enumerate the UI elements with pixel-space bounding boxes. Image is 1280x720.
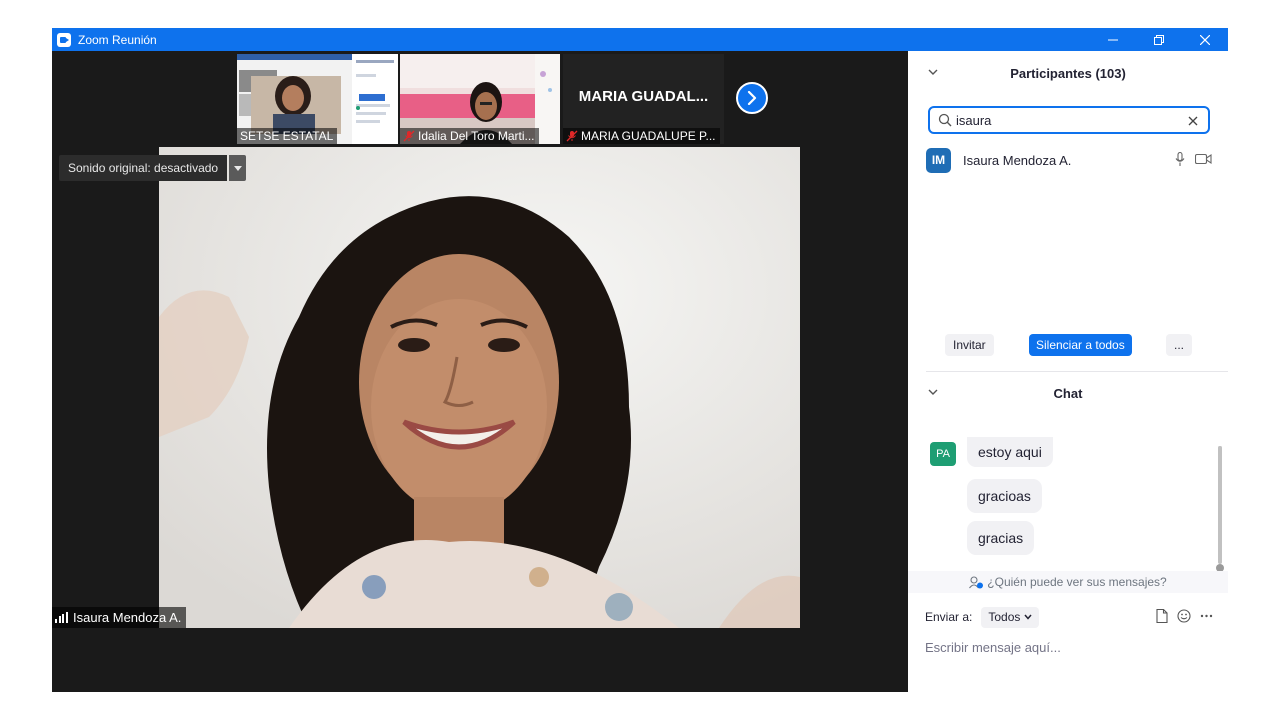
close-icon bbox=[1200, 34, 1210, 45]
chat-scrollbar-thumb[interactable] bbox=[1218, 446, 1222, 564]
zoom-logo-icon bbox=[57, 32, 71, 47]
speaker-name-label: Isaura Mendoza A. bbox=[52, 607, 187, 628]
microphone-icon[interactable] bbox=[1175, 152, 1185, 167]
window-title: Zoom Reunión bbox=[78, 32, 157, 47]
restore-icon bbox=[1154, 34, 1164, 45]
send-to-row: Enviar a: Todos bbox=[925, 606, 1215, 628]
more-options-button[interactable]: ... bbox=[1166, 334, 1193, 356]
caret-down-icon bbox=[233, 165, 242, 171]
thumbnail-name: SETSE ESTATAL bbox=[240, 129, 334, 143]
next-page-button[interactable] bbox=[736, 82, 768, 114]
participant-status-icons bbox=[1175, 152, 1212, 167]
minimize-icon bbox=[1108, 39, 1118, 40]
invite-button[interactable]: Invitar bbox=[945, 334, 994, 356]
restore-button[interactable] bbox=[1136, 28, 1182, 51]
signal-strength-icon bbox=[55, 612, 69, 623]
thumbnail-display-name: MARIA GUADAL... bbox=[578, 88, 709, 105]
original-sound-dropdown[interactable] bbox=[229, 155, 247, 181]
title-bar[interactable]: Zoom Reunión bbox=[52, 28, 1228, 51]
chat-title: Chat bbox=[1053, 385, 1083, 401]
thumbnail-name-label: MARIA GUADALUPE P... bbox=[563, 128, 720, 144]
who-can-see-messages[interactable]: ¿Quién puede ver sus mensajes? bbox=[908, 571, 1228, 593]
thumbnail-name-label: Idalia Del Toro Marti... bbox=[400, 128, 539, 144]
chat-message: gracioas bbox=[967, 479, 1042, 513]
thumbnail-name-label: SETSE ESTATAL bbox=[237, 128, 338, 144]
chat-header: Chat bbox=[908, 378, 1228, 408]
minimize-button[interactable] bbox=[1090, 28, 1136, 51]
thumbnail-maria-guadalupe[interactable]: MARIA GUADAL... MARIA GUADALUPE P... bbox=[563, 54, 724, 144]
original-sound-toggle[interactable]: Sonido original: desactivado bbox=[59, 155, 247, 181]
mic-muted-icon bbox=[566, 130, 578, 142]
recipient-dropdown[interactable]: Todos bbox=[981, 606, 1040, 628]
participants-title: Participantes (103) bbox=[1010, 65, 1126, 81]
chat-message: gracias bbox=[967, 521, 1035, 555]
person-info-icon bbox=[969, 575, 984, 588]
thumbnail-name: Idalia Del Toro Marti... bbox=[418, 129, 535, 143]
chevron-down-icon[interactable] bbox=[928, 69, 938, 76]
thumbnail-idalia[interactable]: Idalia Del Toro Marti... bbox=[400, 54, 560, 144]
speaker-name: Isaura Mendoza A. bbox=[73, 610, 182, 625]
video-area: SETSE ESTATAL Idalia Del Toro Marti... M… bbox=[52, 51, 908, 692]
chevron-down-icon[interactable] bbox=[928, 389, 938, 396]
window-controls bbox=[1090, 28, 1228, 51]
close-button[interactable] bbox=[1182, 28, 1228, 51]
emoji-icon[interactable] bbox=[1177, 609, 1191, 623]
original-sound-label[interactable]: Sonido original: desactivado bbox=[59, 155, 228, 181]
participant-search-input[interactable] bbox=[956, 112, 1176, 128]
zoom-window: Zoom Reunión SETSE ESTATAL Idalia Del To… bbox=[52, 28, 1228, 692]
chat-message-input[interactable] bbox=[925, 637, 1215, 657]
mute-all-button[interactable]: Silenciar a todos bbox=[1029, 334, 1132, 356]
clear-search-icon[interactable] bbox=[1188, 116, 1198, 126]
send-to-label: Enviar a: bbox=[925, 610, 973, 624]
recipient-value: Todos bbox=[988, 610, 1021, 624]
search-icon bbox=[938, 113, 952, 127]
participants-header: Participantes (103) bbox=[908, 58, 1228, 88]
chevron-down-icon bbox=[1024, 614, 1032, 620]
participant-row[interactable]: IM Isaura Mendoza A. bbox=[926, 147, 1216, 173]
side-panel: Participantes (103) IM Isaura Mendoza A. bbox=[908, 51, 1228, 692]
chat-sender-avatar: PA bbox=[930, 442, 956, 466]
who-can-see-text: ¿Quién puede ver sus mensajes? bbox=[987, 575, 1167, 589]
thumbnail-setse-estatal[interactable]: SETSE ESTATAL bbox=[237, 54, 398, 144]
chat-message: estoy aqui bbox=[967, 437, 1053, 467]
chevron-right-icon bbox=[747, 91, 757, 105]
more-icon[interactable] bbox=[1200, 614, 1213, 618]
participant-search[interactable] bbox=[928, 106, 1210, 134]
video-camera-icon[interactable] bbox=[1195, 153, 1212, 165]
participant-name: Isaura Mendoza A. bbox=[963, 152, 1072, 168]
chat-tools bbox=[1156, 609, 1213, 623]
file-icon[interactable] bbox=[1156, 609, 1168, 623]
speaker-video-frame bbox=[159, 147, 800, 628]
active-speaker-video[interactable] bbox=[159, 147, 800, 628]
avatar: IM bbox=[926, 147, 951, 173]
mic-muted-icon bbox=[403, 130, 415, 142]
thumbnail-name: MARIA GUADALUPE P... bbox=[581, 129, 716, 143]
section-divider bbox=[926, 371, 1228, 372]
